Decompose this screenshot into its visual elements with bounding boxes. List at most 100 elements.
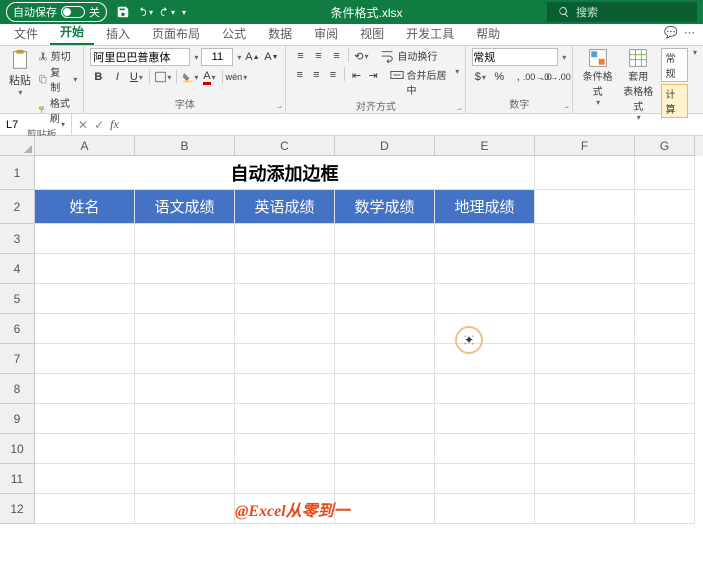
cell[interactable]	[435, 284, 535, 314]
undo-icon[interactable]: ▾	[137, 4, 153, 20]
cell[interactable]	[335, 224, 435, 254]
cell[interactable]	[435, 404, 535, 434]
enter-icon[interactable]: ✓	[94, 118, 104, 132]
cell[interactable]	[435, 314, 535, 344]
cell[interactable]	[35, 344, 135, 374]
decrease-font-icon[interactable]: A▼	[263, 49, 279, 65]
cell[interactable]	[435, 374, 535, 404]
cell[interactable]	[635, 254, 695, 284]
cell[interactable]	[35, 224, 135, 254]
tab-page-layout[interactable]: 页面布局	[142, 22, 210, 45]
cell[interactable]	[535, 190, 635, 224]
cell[interactable]	[235, 434, 335, 464]
cell[interactable]	[535, 284, 635, 314]
cell[interactable]	[635, 314, 695, 344]
cell[interactable]	[635, 434, 695, 464]
cell[interactable]	[335, 494, 435, 524]
styles-more-icon[interactable]: ▾	[693, 48, 697, 122]
row-header[interactable]: 2	[0, 190, 35, 224]
cell[interactable]	[35, 374, 135, 404]
cell[interactable]	[135, 494, 235, 524]
fill-color-icon[interactable]: ▾	[182, 69, 198, 85]
cell[interactable]	[435, 344, 535, 374]
cell[interactable]	[635, 374, 695, 404]
cell[interactable]	[535, 156, 635, 190]
col-header-c[interactable]: C	[235, 136, 335, 156]
comments-icon[interactable]: 💬	[664, 26, 678, 39]
tab-data[interactable]: 数据	[258, 22, 302, 45]
column-header-english[interactable]: 英语成绩	[235, 190, 335, 224]
cell[interactable]	[535, 494, 635, 524]
percent-icon[interactable]: %	[491, 69, 507, 85]
cell[interactable]	[335, 254, 435, 284]
redo-icon[interactable]: ▾	[159, 4, 175, 20]
col-header-a[interactable]: A	[35, 136, 135, 156]
cell-style-calc[interactable]: 计算	[661, 84, 688, 118]
cell[interactable]	[535, 404, 635, 434]
cell[interactable]	[635, 156, 695, 190]
cell[interactable]	[135, 254, 235, 284]
merge-center-button[interactable]	[390, 67, 405, 83]
cell[interactable]	[535, 344, 635, 374]
cell[interactable]	[335, 314, 435, 344]
share-icon[interactable]: ⋯	[684, 26, 695, 39]
cell[interactable]	[535, 434, 635, 464]
select-all-corner[interactable]	[0, 136, 35, 156]
cell[interactable]	[635, 224, 695, 254]
conditional-format-button[interactable]: 条件格式▾	[579, 48, 616, 122]
copy-button[interactable]: 复制▾	[38, 64, 78, 94]
cell[interactable]	[135, 314, 235, 344]
chevron-down-icon[interactable]: ▾	[194, 53, 198, 62]
cell[interactable]	[335, 464, 435, 494]
cell[interactable]	[535, 374, 635, 404]
col-header-g[interactable]: G	[635, 136, 695, 156]
row-header[interactable]: 12	[0, 494, 35, 524]
row-header[interactable]: 8	[0, 374, 35, 404]
decrease-decimal-icon[interactable]: .0→.00	[548, 69, 564, 85]
cell[interactable]	[335, 344, 435, 374]
col-header-e[interactable]: E	[435, 136, 535, 156]
align-left-icon[interactable]: ≡	[292, 67, 307, 83]
cell[interactable]	[35, 314, 135, 344]
wrap-text-button[interactable]	[379, 48, 395, 64]
tab-help[interactable]: 帮助	[466, 22, 510, 45]
cell[interactable]	[635, 494, 695, 524]
align-right-icon[interactable]: ≡	[326, 67, 341, 83]
tab-insert[interactable]: 插入	[96, 22, 140, 45]
increase-indent-icon[interactable]: ⇥	[366, 67, 381, 83]
tab-developer[interactable]: 开发工具	[396, 22, 464, 45]
chevron-down-icon[interactable]: ▾	[237, 53, 241, 62]
row-header[interactable]: 6	[0, 314, 35, 344]
italic-icon[interactable]: I	[109, 69, 125, 85]
cell[interactable]	[535, 254, 635, 284]
cell[interactable]	[535, 224, 635, 254]
row-header[interactable]: 7	[0, 344, 35, 374]
cell[interactable]	[235, 464, 335, 494]
col-header-d[interactable]: D	[335, 136, 435, 156]
format-as-table-button[interactable]: 套用 表格格式▾	[620, 48, 657, 122]
cell[interactable]	[235, 254, 335, 284]
cell[interactable]	[135, 404, 235, 434]
cell[interactable]	[635, 344, 695, 374]
cell[interactable]	[335, 284, 435, 314]
cancel-icon[interactable]: ✕	[78, 118, 88, 132]
phonetic-icon[interactable]: wén▾	[228, 69, 244, 85]
autosave-toggle[interactable]: 自动保存 关	[6, 2, 107, 22]
cell[interactable]	[235, 224, 335, 254]
cell[interactable]	[35, 254, 135, 284]
column-header-math[interactable]: 数学成绩	[335, 190, 435, 224]
underline-icon[interactable]: U▾	[128, 69, 144, 85]
cut-button[interactable]: 剪切	[38, 48, 78, 63]
cell[interactable]	[335, 434, 435, 464]
font-color-icon[interactable]: A▾	[201, 69, 217, 85]
cell-style-normal[interactable]: 常规	[661, 48, 688, 82]
align-center-icon[interactable]: ≡	[309, 67, 324, 83]
cell[interactable]	[335, 404, 435, 434]
cell[interactable]	[135, 434, 235, 464]
cell[interactable]	[435, 494, 535, 524]
cell[interactable]	[635, 284, 695, 314]
cell[interactable]	[535, 314, 635, 344]
accounting-format-icon[interactable]: $▾	[472, 69, 488, 85]
cell[interactable]	[635, 404, 695, 434]
bold-icon[interactable]: B	[90, 69, 106, 85]
